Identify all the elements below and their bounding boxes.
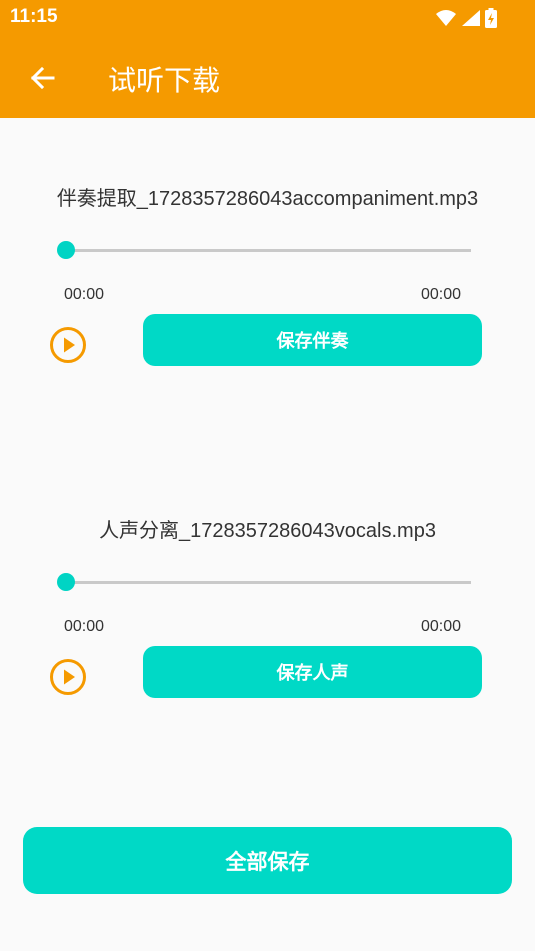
track-accompaniment: 伴奏提取_1728357286043accompaniment.mp3 00:0… [0, 182, 535, 422]
save-accompaniment-button[interactable]: 保存伴奏 [143, 314, 482, 366]
save-all-button[interactable]: 全部保存 [23, 827, 512, 894]
status-icons [435, 6, 497, 30]
app-bar: 11:15 试听下载 [0, 0, 535, 118]
seek-thumb[interactable] [57, 241, 75, 259]
battery-charging-icon [485, 8, 497, 28]
track-file-name: 伴奏提取_1728357286043accompaniment.mp3 [56, 188, 479, 210]
play-button[interactable] [49, 658, 87, 696]
save-vocals-button[interactable]: 保存人声 [143, 646, 482, 698]
arrow-left-icon [30, 66, 55, 90]
back-button[interactable] [24, 60, 60, 96]
seek-bar[interactable] [57, 572, 471, 592]
total-time: 00:00 [421, 286, 462, 303]
current-time: 00:00 [64, 618, 105, 635]
current-time: 00:00 [64, 286, 105, 303]
status-time: 11:15 [10, 6, 58, 27]
wifi-icon [436, 10, 456, 26]
total-time: 00:00 [421, 618, 462, 635]
track-file-name: 人声分离_1728357286043vocals.mp3 [99, 520, 436, 542]
track-vocals: 人声分离_1728357286043vocals.mp3 00:00 00:00… [0, 514, 535, 754]
seek-bar[interactable] [57, 240, 471, 260]
play-button[interactable] [49, 326, 87, 364]
seek-track [63, 581, 471, 584]
signal-icon [462, 10, 480, 26]
seek-thumb[interactable] [57, 573, 75, 591]
play-circle-icon [50, 327, 86, 363]
page-title: 试听下载 [108, 64, 221, 97]
play-circle-icon [50, 659, 86, 695]
seek-track [63, 249, 471, 252]
